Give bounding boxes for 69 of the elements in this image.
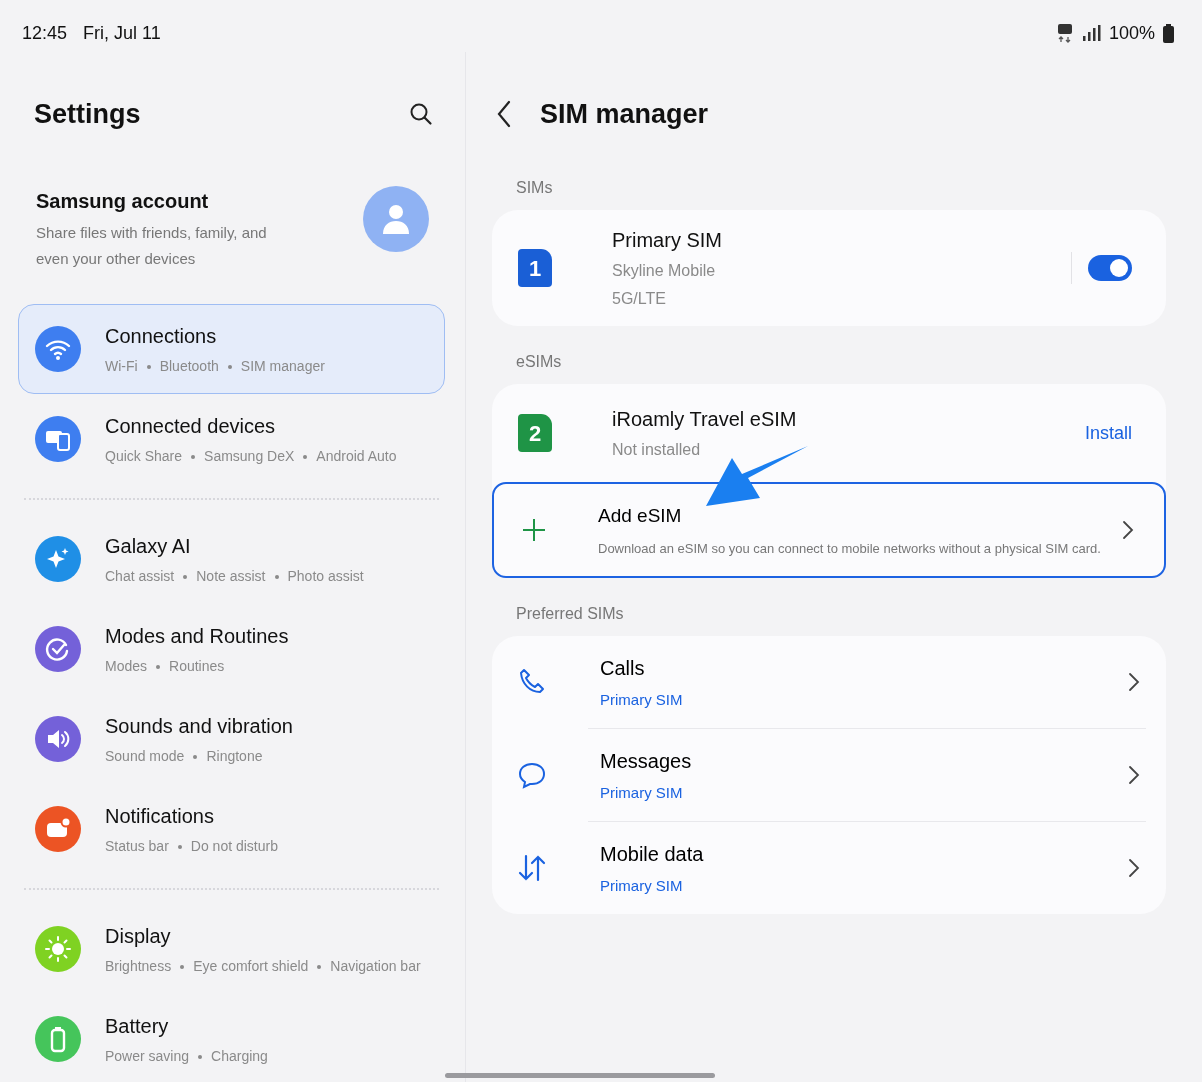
- add-esim-item[interactable]: Add eSIM Download an eSIM so you can connect to mobile networks without a physical SIM card.: [492, 482, 1166, 578]
- item-subtitle: Sound mode Ringtone: [105, 747, 264, 766]
- item-title: Notifications: [105, 804, 215, 829]
- preferred-item[interactable]: Messages Primary SIM: [492, 729, 1166, 821]
- item-value: Primary SIM: [600, 875, 684, 896]
- account-description: Share files with friends, family, and even your other devices: [36, 223, 268, 269]
- status-time: 12:45: [22, 21, 68, 45]
- item-title: Battery: [105, 1014, 170, 1039]
- sim-detail: 5G/LTE: [612, 289, 667, 309]
- item-subtitle: Wi-Fi Bluetooth SIM manager: [105, 357, 325, 376]
- chevron-right-icon: [1122, 520, 1134, 540]
- person-icon: [383, 204, 409, 234]
- item-title: Connected devices: [105, 414, 277, 439]
- account-name[interactable]: Samsung account: [36, 186, 363, 216]
- settings-item[interactable]: Modes and Routines Modes Routines: [18, 604, 445, 694]
- sim-detail: Skyline Mobile: [612, 261, 717, 281]
- battery-percent: 100%: [1108, 21, 1155, 45]
- speech-bubble-icon: [518, 761, 548, 789]
- chevron-right-icon: [1128, 858, 1140, 878]
- signal-icon: [1080, 24, 1101, 42]
- add-esim-title: Add eSIM: [598, 504, 683, 528]
- chevron-right-icon: [1128, 672, 1140, 692]
- item-title: Galaxy AI: [105, 534, 192, 559]
- item-subtitle: Quick Share Samsung DeX Android Auto: [105, 447, 397, 466]
- preferred-item[interactable]: Mobile data Primary SIM: [492, 822, 1166, 914]
- item-title: Calls: [600, 655, 646, 681]
- plus-icon: [522, 518, 546, 542]
- page-title: SIM manager: [540, 97, 709, 131]
- page-title: Settings: [34, 97, 141, 131]
- navigation-handle[interactable]: [445, 1073, 715, 1078]
- back-icon: [496, 100, 512, 128]
- status-date: Fri, Jul 11: [83, 21, 161, 45]
- sim-name: iRoamly Travel eSIM: [612, 407, 798, 432]
- item-title: Modes and Routines: [105, 624, 289, 649]
- settings-item[interactable]: Sounds and vibration Sound mode Ringtone: [18, 694, 445, 784]
- item-title: Messages: [600, 748, 693, 774]
- arrows-icon: [518, 854, 548, 882]
- add-esim-description: Download an eSIM so you can connect to mobile networks without a physical SIM card.: [598, 539, 1102, 558]
- sim-name: Primary SIM: [612, 228, 723, 253]
- toggle-switch[interactable]: [1088, 255, 1132, 281]
- item-value: Primary SIM: [600, 782, 684, 803]
- settings-item[interactable]: Notifications Status bar Do not disturb: [18, 784, 445, 874]
- item-value: Primary SIM: [600, 689, 684, 710]
- section-header: Preferred SIMs: [515, 604, 625, 624]
- section-header: eSIMs: [515, 352, 563, 372]
- settings-item[interactable]: Galaxy AI Chat assist Note assist Photo assist: [18, 514, 445, 604]
- item-title: Display: [105, 924, 172, 949]
- item-subtitle: Brightness Eye comfort shield Navigation bar: [105, 957, 421, 976]
- network-type-icon: [1056, 23, 1073, 43]
- item-title: Connections: [105, 324, 218, 349]
- item-title: Sounds and vibration: [105, 714, 293, 739]
- install-link[interactable]: Install: [1084, 419, 1132, 447]
- item-subtitle: Chat assist Note assist Photo assist: [105, 567, 364, 586]
- preferred-item[interactable]: Calls Primary SIM: [492, 636, 1166, 728]
- search-icon: [409, 102, 433, 127]
- item-subtitle: Modes Routines: [105, 657, 226, 676]
- sim-badge: 1: [518, 249, 552, 287]
- settings-item[interactable]: Connections Wi-Fi Bluetooth SIM manager: [18, 304, 445, 394]
- section-header: SIMs: [515, 178, 554, 198]
- battery-icon: [1163, 23, 1174, 43]
- item-subtitle: Power saving Charging: [105, 1047, 268, 1066]
- sim-status: Not installed: [612, 440, 702, 460]
- sim-badge: 2: [518, 414, 552, 452]
- settings-item[interactable]: Display Brightness Eye comfort shield Navigation bar: [18, 904, 445, 994]
- item-subtitle: Status bar Do not disturb: [105, 837, 278, 856]
- item-title: Mobile data: [600, 841, 705, 867]
- chevron-right-icon: [1128, 765, 1140, 785]
- settings-item[interactable]: Battery Power saving Charging: [18, 994, 445, 1082]
- settings-item[interactable]: Connected devices Quick Share Samsung DeX Android Auto: [18, 394, 445, 484]
